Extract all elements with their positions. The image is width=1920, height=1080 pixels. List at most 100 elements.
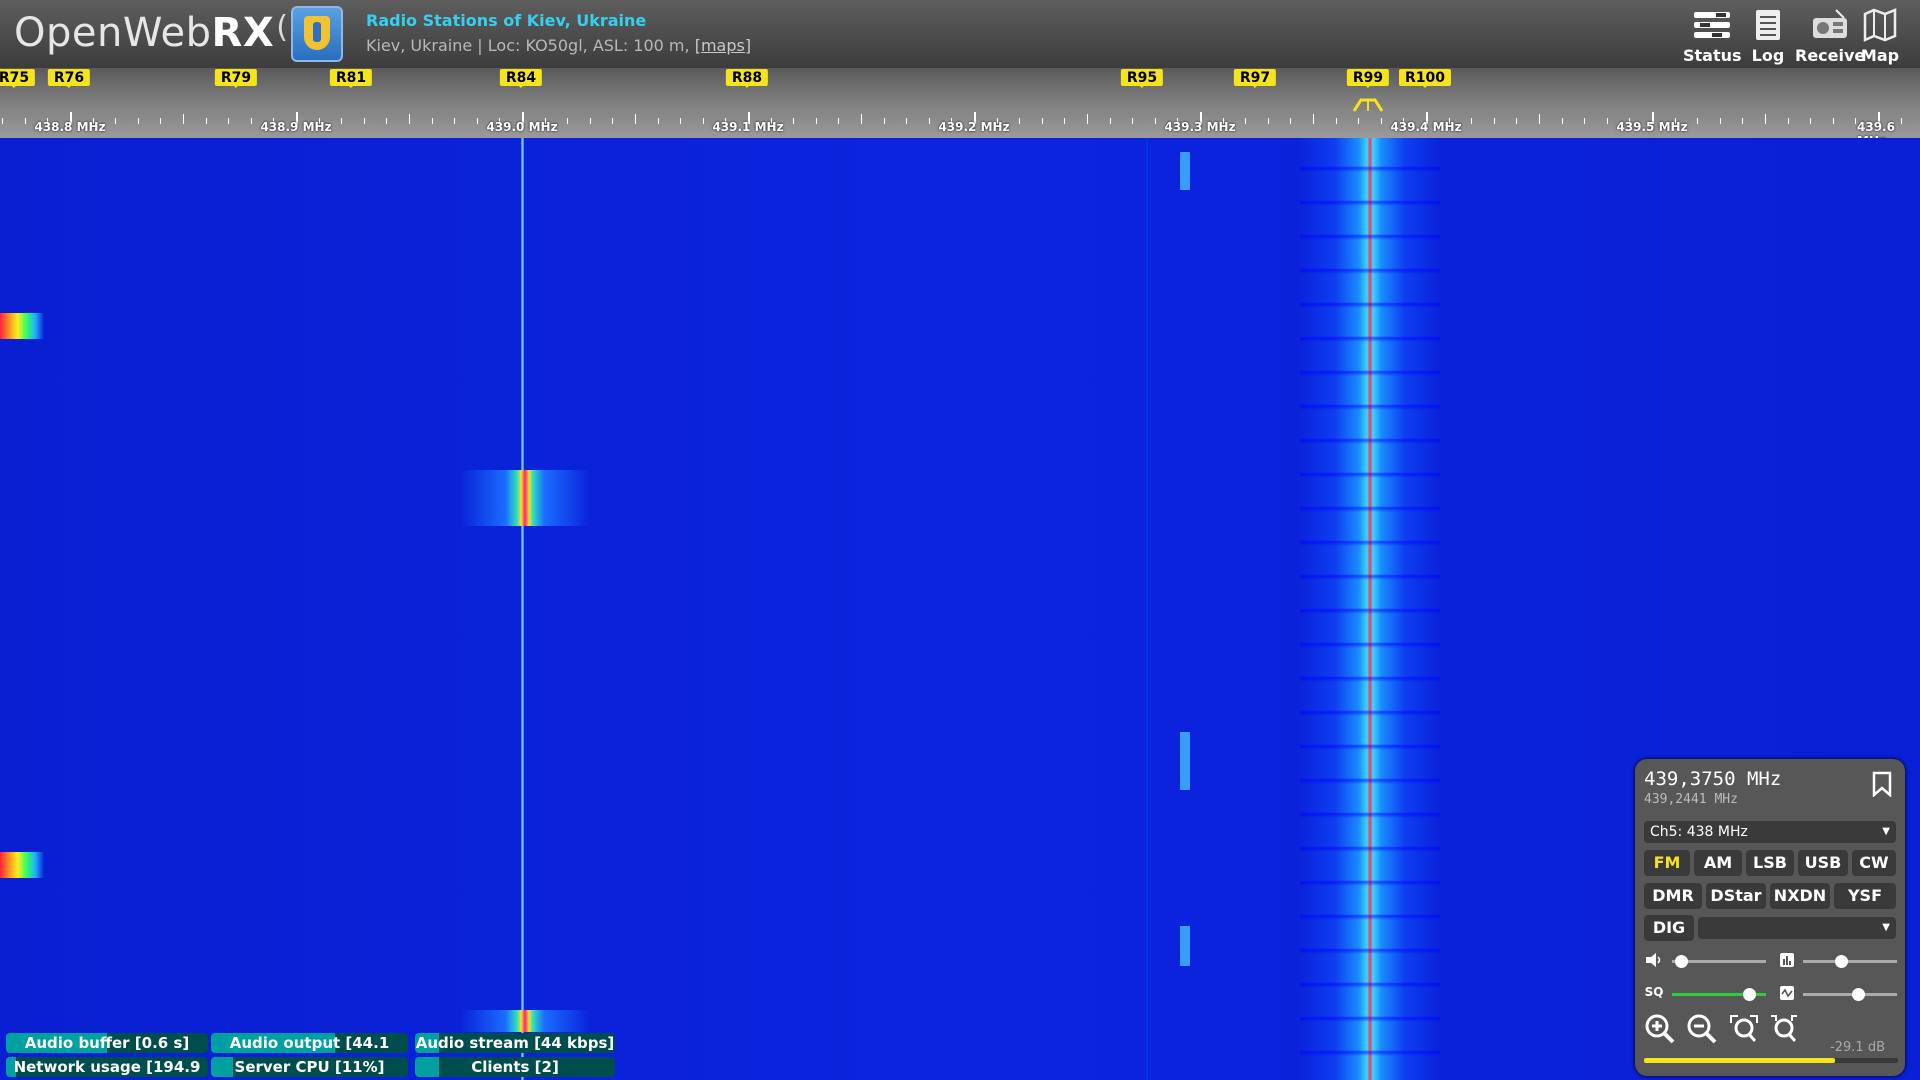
- zoom-in-icon[interactable]: [1644, 1013, 1676, 1045]
- scale-tick: [1900, 118, 1902, 124]
- bookmark-r97[interactable]: R97: [1233, 69, 1277, 88]
- noise-reduction-slider[interactable]: [1803, 988, 1897, 1001]
- bookmark-r99[interactable]: R99: [1346, 69, 1390, 88]
- spectrum-trace: [200, 138, 202, 1080]
- frequency-scale[interactable]: R75 R76 R79 R81 R84 R88 R95 R97 R99 R100…: [0, 68, 1920, 148]
- scale-tick: [1832, 118, 1834, 124]
- clients-bar: Clients [2]: [415, 1057, 615, 1077]
- scale-tick: [183, 114, 184, 124]
- audio-buffer-bar: Audio buffer [0.6 s]: [6, 1033, 208, 1053]
- volume-slider-knob[interactable]: [1675, 955, 1689, 968]
- signal-burst: [1180, 732, 1190, 790]
- mode-am-button[interactable]: AM: [1694, 850, 1742, 876]
- scale-tick: [1380, 118, 1382, 124]
- mode-usb-button[interactable]: USB: [1798, 850, 1848, 876]
- mode-dig-button[interactable]: DIG: [1644, 915, 1694, 941]
- signal-burst: [460, 470, 590, 526]
- mode-ysf-button[interactable]: YSF: [1834, 883, 1896, 909]
- scale-tick: [612, 118, 614, 124]
- signal-burst: [460, 1010, 590, 1032]
- signal-burst: [0, 313, 44, 339]
- bookmark-select[interactable]: Ch5: 438 MHz ▼: [1644, 821, 1896, 843]
- scale-tick: [1313, 114, 1314, 124]
- map-button[interactable]: Map: [1850, 6, 1910, 65]
- scale-label: 439.5 MHz: [1616, 120, 1688, 134]
- agc-icon[interactable]: [1777, 952, 1797, 968]
- scale-tick: [1539, 114, 1540, 124]
- scale-tick: [1290, 118, 1292, 124]
- scale-tick: [1041, 118, 1043, 124]
- scale-tick: [250, 118, 252, 124]
- scale-tick: [1787, 118, 1789, 124]
- scale-tick: [1109, 118, 1111, 124]
- noise-reduction-icon[interactable]: [1777, 985, 1797, 1001]
- bookmark-r84[interactable]: R84: [499, 69, 543, 88]
- agc-slider[interactable]: [1803, 955, 1897, 968]
- mode-nxdn-button[interactable]: NXDN: [1770, 883, 1830, 909]
- scale-label: 439.2 MHz: [938, 120, 1010, 134]
- bookmark-r81[interactable]: R81: [329, 69, 373, 88]
- zoom-full-icon[interactable]: [1728, 1013, 1760, 1045]
- scale-tick: [1335, 118, 1337, 124]
- scale-tick: [1154, 118, 1156, 124]
- scale-tick: [1606, 118, 1608, 124]
- zoom-out-icon[interactable]: [1686, 1013, 1718, 1045]
- status-button[interactable]: Status: [1683, 6, 1742, 65]
- squelch-slider[interactable]: [1672, 988, 1766, 1001]
- scale-tick: [861, 114, 862, 124]
- mode-fm-button[interactable]: FM: [1644, 850, 1690, 876]
- server-cpu-bar: Server CPU [11%]: [211, 1057, 408, 1077]
- frequency-display[interactable]: 439,3750 MHz: [1644, 768, 1781, 790]
- waterfall-display[interactable]: [0, 138, 1920, 1080]
- scale-tick: [883, 118, 885, 124]
- bookmark-r95[interactable]: R95: [1120, 69, 1164, 88]
- mode-lsb-button[interactable]: LSB: [1746, 850, 1794, 876]
- zoom-fit-icon[interactable]: [1768, 1013, 1800, 1045]
- noise-reduction-slider-knob[interactable]: [1851, 988, 1865, 1001]
- scale-tick: [1064, 118, 1066, 124]
- maps-link[interactable]: [maps]: [695, 36, 751, 55]
- squelch-slider-knob[interactable]: [1743, 988, 1757, 1001]
- receiver-avatar[interactable]: [291, 6, 343, 62]
- bookmark-icon[interactable]: [1871, 771, 1893, 797]
- signal-level-readout: -29.1 dB: [1830, 1040, 1885, 1055]
- scale-tick: [906, 118, 908, 124]
- mode-cw-button[interactable]: CW: [1852, 850, 1896, 876]
- signal-burst: [1180, 152, 1190, 190]
- mode-dstar-button[interactable]: DStar: [1706, 883, 1766, 909]
- scale-tick: [657, 118, 659, 124]
- scale-tick: [1719, 118, 1721, 124]
- scale-tick: [1584, 118, 1586, 124]
- squelch-icon[interactable]: SQ: [1644, 985, 1664, 1001]
- log-button[interactable]: Log: [1738, 6, 1798, 65]
- tuner-marker-icon[interactable]: [1353, 98, 1383, 112]
- agc-slider-knob[interactable]: [1834, 955, 1848, 968]
- scale-tick: [702, 118, 704, 124]
- chevron-down-icon: ▼: [1882, 922, 1890, 933]
- signal-burst: [1180, 926, 1190, 966]
- volume-icon[interactable]: [1644, 952, 1664, 968]
- carrier-line: [521, 138, 524, 1080]
- bookmark-r75[interactable]: R75: [0, 69, 36, 88]
- scale-tick: [1810, 118, 1812, 124]
- coat-of-arms-icon: [304, 16, 330, 50]
- scale-tick: [1765, 114, 1766, 124]
- bookmark-r88[interactable]: R88: [725, 69, 769, 88]
- scale-tick: [1697, 118, 1699, 124]
- volume-slider[interactable]: [1672, 955, 1766, 968]
- audio-stream-bar: Audio stream [44 kbps]: [415, 1033, 615, 1053]
- bookmark-r79[interactable]: R79: [214, 69, 258, 88]
- openwebrx-logo[interactable]: OpenWebRX((·)): [14, 10, 335, 56]
- scale-label: 438.9 MHz: [260, 120, 332, 134]
- mode-dmr-button[interactable]: DMR: [1644, 883, 1702, 909]
- scale-tick: [363, 118, 365, 124]
- receiver-panel: 439,3750 MHz 439,2441 MHz Ch5: 438 MHz ▼ …: [1635, 759, 1905, 1076]
- bookmark-r76[interactable]: R76: [47, 69, 91, 88]
- digital-mode-select[interactable]: ▼: [1698, 917, 1896, 939]
- signal-burst: [0, 852, 44, 878]
- scale-tick: [680, 118, 682, 124]
- scale-tick: [589, 118, 591, 124]
- bookmark-r100[interactable]: R100: [1398, 69, 1452, 88]
- scale-tick: [431, 118, 433, 124]
- scale-tick: [793, 118, 795, 124]
